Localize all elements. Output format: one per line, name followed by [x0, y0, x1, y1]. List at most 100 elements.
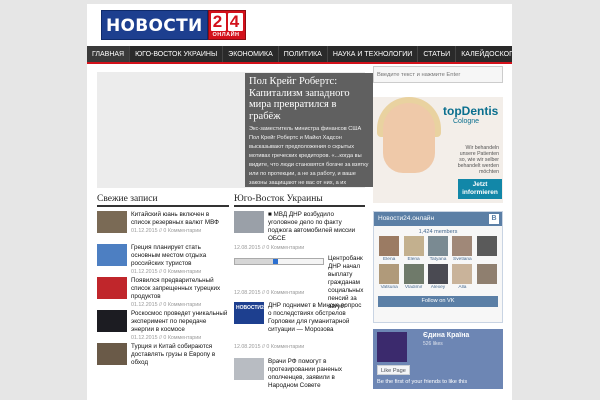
page: НОВОСТИ 24 ОНЛАЙН ГЛАВНАЯ ЮГО-ВОСТОК УКР…	[87, 4, 512, 400]
vk-member-name: Alla	[458, 285, 467, 290]
logo-text: НОВОСТИ	[101, 10, 208, 40]
post-title[interactable]: Роскосмос проведет уникальный эксперимен…	[131, 310, 229, 334]
post-thumbnail[interactable]	[234, 211, 264, 233]
avatar	[379, 264, 400, 284]
slider-excerpt: Экс-заместитель министра финансов США По…	[249, 126, 369, 186]
list-item[interactable]: ■ МВД ДНР возбудило уголовное дело по фа…	[234, 211, 365, 248]
vk-member-name: Tatyana	[429, 257, 447, 262]
fb-like-page-button[interactable]: Like Page	[377, 365, 410, 375]
list-item[interactable]: Врачи РФ помогут в протезировании ранены…	[234, 358, 365, 390]
vk-member[interactable]: Elena	[402, 236, 424, 262]
ad-text: Wir behandeln unsere Patienten so, wie w…	[457, 145, 499, 175]
vk-members-count[interactable]: 1,424 members	[374, 226, 502, 236]
nav-item-politics[interactable]: ПОЛИТИКА	[279, 46, 328, 62]
vk-member-name: Alexey	[430, 285, 446, 290]
avatar	[427, 236, 448, 256]
vk-logo-icon: В	[489, 214, 499, 224]
avatar	[379, 236, 400, 256]
post-thumbnail[interactable]	[97, 310, 127, 332]
southeast-posts-list: ■ МВД ДНР возбудило уголовное дело по фа…	[234, 211, 365, 390]
vk-group-title[interactable]: Новости24.онлайн	[378, 215, 434, 222]
post-meta: 01.12.2015 // 0 Комментарии	[131, 335, 202, 341]
vk-member[interactable]: Alexey	[427, 264, 449, 290]
nav-item-science[interactable]: НАУКА И ТЕХНОЛОГИИ	[328, 46, 419, 62]
ad-brand-sub: Cologne	[453, 118, 480, 125]
main-nav: ГЛАВНАЯ ЮГО-ВОСТОК УКРАИНЫ ЭКОНОМИКА ПОЛ…	[87, 46, 512, 64]
nav-item-economy[interactable]: ЭКОНОМИКА	[223, 46, 279, 62]
vk-member[interactable]: Tatyana	[427, 236, 449, 262]
logo-digit: 4	[227, 13, 243, 31]
featured-slider[interactable]: Пол Крейг Робертс: Капитализм западного …	[97, 72, 373, 188]
vk-member-name: Elena	[407, 257, 420, 262]
post-thumbnail[interactable]	[234, 358, 264, 380]
ad-cta-button[interactable]: Jetzt informieren	[458, 179, 502, 199]
vk-follow-button[interactable]: Follow on VK	[378, 296, 498, 307]
fb-page-name[interactable]: Єдина Країна	[423, 332, 469, 339]
post-title[interactable]: Врачи РФ помогут в протезировании ранены…	[268, 358, 365, 390]
list-item[interactable]: Роскосмос проведет уникальный эксперимен…	[97, 310, 229, 341]
slider-caption[interactable]: Пол Крейг Робертс: Капитализм западного …	[245, 73, 373, 187]
post-title[interactable]: Греция планирует стать основным местом о…	[131, 244, 229, 268]
thumb-logo-text: НОВОСТИ	[236, 305, 262, 311]
post-thumbnail[interactable]	[97, 244, 127, 266]
fb-page-logo[interactable]	[377, 332, 407, 362]
post-title[interactable]: Китайский юань включен в список резервны…	[131, 211, 229, 227]
section-title-fresh: Свежие записи	[97, 194, 229, 207]
search-input[interactable]	[373, 66, 503, 83]
logo-digit: 2	[210, 13, 226, 31]
post-meta: 01.12.2015 // 0 Комментарии	[131, 228, 202, 234]
post-thumbnail[interactable]	[97, 211, 127, 233]
avatar	[427, 264, 448, 284]
list-item[interactable]: Греция планирует стать основным местом о…	[97, 244, 229, 275]
logo-sub: ОНЛАЙН	[212, 32, 240, 38]
post-thumbnail-logo[interactable]: НОВОСТИ24	[234, 302, 267, 324]
vk-header[interactable]: Новости24.онлайн В	[374, 212, 502, 226]
nav-item-articles[interactable]: СТАТЬИ	[418, 46, 457, 62]
post-title[interactable]: Турция и Китай собираются доставлять гру…	[131, 343, 229, 367]
post-title[interactable]: ДНР поднимет в Минске вопрос о последств…	[268, 302, 365, 334]
post-meta: 01.12.2015 // 0 Комментарии	[131, 302, 202, 308]
vk-member[interactable]: Vladimir	[402, 264, 424, 290]
post-thumbnail[interactable]	[97, 277, 127, 299]
list-item[interactable]: Китайский юань включен в список резервны…	[97, 211, 229, 240]
section-title-southeast[interactable]: Юго-Восток Украины	[234, 194, 365, 207]
progress-fill	[235, 259, 275, 264]
vk-members-grid: Elena Elena Tatyana Svetlana Vatsuna Vla…	[374, 236, 502, 290]
slider-title[interactable]: Пол Крейг Робертс: Капитализм западного …	[249, 76, 369, 122]
vk-member[interactable]: Svetlana	[451, 236, 473, 262]
vk-member[interactable]	[476, 236, 498, 262]
vk-member-name: Svetlana	[453, 257, 472, 262]
ad-photo-face	[383, 103, 435, 173]
fb-first-friends-text: Be the first of your friends to like thi…	[377, 379, 468, 385]
logo-digits: 24	[210, 12, 245, 32]
list-item[interactable]: Появился предварительный список запрещен…	[97, 277, 229, 308]
fb-likes-count: 526 likes	[423, 341, 443, 347]
avatar	[452, 264, 473, 284]
facebook-widget: Єдина Країна 526 likes Like Page Be the …	[373, 329, 503, 389]
vk-member-name: Vladimir	[404, 285, 423, 290]
vk-member[interactable]: Elena	[378, 236, 400, 262]
vk-member-name: Vatsuna	[380, 285, 398, 290]
ad-brand: topDentis	[443, 104, 499, 118]
fresh-posts-list: Китайский юань включен в список резервны…	[97, 211, 229, 376]
list-item[interactable]: Центробанк ДНР начал выплату гражданам с…	[234, 255, 365, 310]
avatar	[403, 264, 424, 284]
vk-member[interactable]: Alla	[451, 264, 473, 290]
nav-item-home[interactable]: ГЛАВНАЯ	[87, 46, 131, 62]
list-item[interactable]: Турция и Китай собираются доставлять гру…	[97, 343, 229, 372]
progress-bar	[234, 258, 324, 265]
nav-item-southeast[interactable]: ЮГО-ВОСТОК УКРАИНЫ	[130, 46, 224, 62]
vk-member[interactable]: Vatsuna	[378, 264, 400, 290]
avatar	[452, 236, 473, 256]
site-logo[interactable]: НОВОСТИ 24 ОНЛАЙН	[101, 10, 246, 40]
post-thumbnail[interactable]	[97, 343, 127, 365]
advertisement-banner[interactable]: topDentis Cologne Wir behandeln unsere P…	[373, 97, 503, 203]
progress-knob	[272, 259, 278, 264]
post-title[interactable]: Появился предварительный список запрещен…	[131, 277, 229, 301]
post-title[interactable]: ■ МВД ДНР возбудило уголовное дело по фа…	[268, 211, 365, 243]
list-item[interactable]: НОВОСТИ24 ДНР поднимет в Минске вопрос о…	[234, 302, 365, 342]
post-meta: 01.12.2015 // 0 Комментарии	[131, 269, 202, 275]
vk-member[interactable]	[476, 264, 498, 290]
avatar	[476, 264, 497, 284]
nav-item-kaleidoscope[interactable]: КАЛЕЙДОСКОП	[456, 46, 512, 62]
